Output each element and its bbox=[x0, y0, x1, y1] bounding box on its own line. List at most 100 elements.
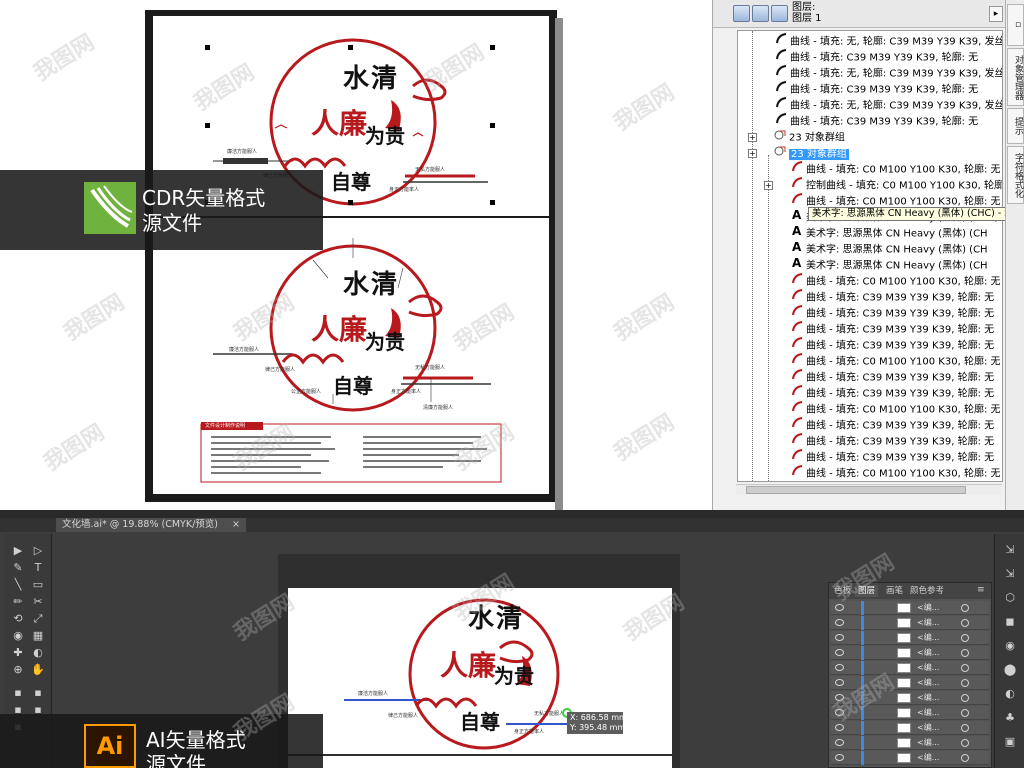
visibility-eye-icon[interactable] bbox=[835, 754, 844, 761]
visibility-eye-icon[interactable] bbox=[835, 724, 844, 731]
ai-tool-icon[interactable]: ╲ bbox=[8, 576, 28, 593]
dock-panel-icon[interactable]: ⇲ bbox=[1001, 566, 1019, 582]
ai-layer-row[interactable]: <编... bbox=[831, 631, 989, 645]
dock-panel-icon[interactable]: ◼ bbox=[1001, 614, 1019, 630]
visibility-eye-icon[interactable] bbox=[835, 634, 844, 641]
target-circle-icon[interactable] bbox=[961, 679, 969, 687]
layer-manager-icon[interactable] bbox=[733, 5, 750, 22]
target-circle-icon[interactable] bbox=[961, 619, 969, 627]
tree-row[interactable]: 曲线 - 填充: 无, 轮廓: C39 M39 Y39 K39, 发丝 bbox=[776, 65, 1002, 81]
target-circle-icon[interactable] bbox=[961, 709, 969, 717]
cdr-canvas[interactable]: 水清 人廉 为贵 自尊 廉洁方能服人 律己方能服人 身正方能率人 无私方能服人 bbox=[145, 10, 557, 502]
tree-row[interactable]: 曲线 - 填充: C39 M39 Y39 K39, 轮廓: 无 bbox=[792, 305, 994, 321]
ai-tool-icon[interactable]: ⟲ bbox=[8, 610, 28, 627]
dock-panel-icon[interactable]: ◐ bbox=[1001, 686, 1019, 702]
selection-handle[interactable] bbox=[490, 200, 495, 205]
tree-row[interactable]: 曲线 - 填充: C0 M100 Y100 K30, 轮廓: 无 bbox=[792, 465, 1001, 481]
cdr-page-2[interactable]: 水清 人廉 为贵 自尊 廉洁方能服人 律己方能服人 身正方能率人 无私方能服人 … bbox=[153, 218, 549, 494]
ai-tool-icon[interactable]: ◐ bbox=[28, 644, 48, 661]
target-circle-icon[interactable] bbox=[961, 604, 969, 612]
ai-tool-icon[interactable]: ▭ bbox=[28, 576, 48, 593]
tree-row[interactable]: 曲线 - 填充: C0 M100 Y100 K30, 轮廓: 无 bbox=[792, 401, 1001, 417]
ai-layer-row[interactable]: <编... bbox=[831, 646, 989, 660]
panel-menu-icon[interactable]: ≡ bbox=[977, 585, 985, 595]
tree-row[interactable]: 23 对象群组 bbox=[774, 145, 849, 161]
ai-tool-icon[interactable]: ✂ bbox=[28, 593, 48, 610]
visibility-eye-icon[interactable] bbox=[835, 739, 844, 746]
ai-tool-icon[interactable]: ▶ bbox=[8, 542, 28, 559]
tree-row[interactable]: 曲线 - 填充: 无, 轮廓: C39 M39 Y39 K39, 发丝 bbox=[776, 97, 1002, 113]
target-circle-icon[interactable] bbox=[961, 754, 969, 762]
visibility-eye-icon[interactable] bbox=[835, 619, 844, 626]
tree-row[interactable]: A 美术字: 思源黑体 CN Heavy (黑体) (CH bbox=[792, 256, 988, 273]
docker-tab-hints[interactable]: 提示 bbox=[1007, 108, 1024, 144]
tree-row[interactable]: 曲线 - 填充: C39 M39 Y39 K39, 轮廓: 无 bbox=[776, 81, 978, 97]
ai-layer-row[interactable]: <编... bbox=[831, 691, 989, 705]
tree-row[interactable]: 曲线 - 填充: C0 M100 Y100 K30, 轮廓: 无 bbox=[792, 481, 1001, 482]
selection-handle[interactable] bbox=[348, 200, 353, 205]
panel-menu-icon[interactable]: ▸ bbox=[989, 6, 1003, 22]
visibility-eye-icon[interactable] bbox=[835, 679, 844, 686]
target-circle-icon[interactable] bbox=[961, 664, 969, 672]
dock-panel-icon[interactable]: ⇲ bbox=[1001, 542, 1019, 558]
tree-row[interactable]: 曲线 - 填充: C39 M39 Y39 K39, 轮廓: 无 bbox=[792, 433, 994, 449]
ai-document-tab[interactable]: 文化墙.ai* @ 19.88% (CMYK/预览) × bbox=[56, 518, 246, 532]
scrollbar-thumb-h[interactable] bbox=[746, 486, 966, 494]
tree-row[interactable]: 曲线 - 填充: C0 M100 Y100 K30, 轮廓: 无 bbox=[792, 353, 1001, 369]
ai-layer-row[interactable]: <编... bbox=[831, 601, 989, 615]
target-circle-icon[interactable] bbox=[961, 739, 969, 747]
dock-panel-icon[interactable]: ♣ bbox=[1001, 710, 1019, 726]
tree-row[interactable]: 曲线 - 填充: C39 M39 Y39 K39, 轮廓: 无 bbox=[776, 49, 978, 65]
tree-row[interactable]: A 美术字: 思源黑体 CN Heavy (黑体) (CH bbox=[792, 240, 988, 257]
tree-horizontal-scrollbar[interactable] bbox=[736, 484, 1002, 495]
ai-tool-icon[interactable]: ⤢ bbox=[28, 610, 48, 627]
dock-panel-icon[interactable]: ▣ bbox=[1001, 734, 1019, 750]
tree-row[interactable]: 曲线 - 填充: C0 M100 Y100 K30, 轮廓: 无 bbox=[792, 273, 1001, 289]
visibility-eye-icon[interactable] bbox=[835, 694, 844, 701]
dock-panel-icon[interactable]: ⬡ bbox=[1001, 590, 1019, 606]
tree-row[interactable]: 曲线 - 填充: 无, 轮廓: C39 M39 Y39 K39, 发丝 bbox=[776, 33, 1002, 49]
tree-row[interactable]: 曲线 - 填充: C39 M39 Y39 K39, 轮廓: 无 bbox=[792, 337, 994, 353]
tree-row[interactable]: 曲线 - 填充: C39 M39 Y39 K39, 轮廓: 无 bbox=[792, 417, 994, 433]
ai-tool-icon[interactable]: ✚ bbox=[8, 644, 28, 661]
close-tab-icon[interactable]: × bbox=[232, 518, 240, 532]
selection-handle[interactable] bbox=[205, 45, 210, 50]
layer-view-icon[interactable] bbox=[771, 5, 788, 22]
docker-tab-object-manager[interactable]: 对象管理器 bbox=[1007, 48, 1024, 106]
ai-tab-color-guide[interactable]: 颜色参考 bbox=[907, 585, 947, 597]
ai-layer-row[interactable]: <编... bbox=[831, 736, 989, 750]
ai-tool-icon[interactable]: ▪ bbox=[28, 684, 48, 701]
ai-layer-row[interactable]: <编... bbox=[831, 751, 989, 765]
visibility-eye-icon[interactable] bbox=[835, 709, 844, 716]
calligraphy-artwork-2[interactable] bbox=[153, 218, 549, 494]
ai-tool-icon[interactable]: ▷ bbox=[28, 542, 48, 559]
target-circle-icon[interactable] bbox=[961, 694, 969, 702]
ai-layer-row[interactable]: <编... bbox=[831, 661, 989, 675]
target-circle-icon[interactable] bbox=[961, 724, 969, 732]
selection-handle[interactable] bbox=[490, 123, 495, 128]
ai-layer-row[interactable]: <编... bbox=[831, 616, 989, 630]
tree-row[interactable]: 曲线 - 填充: C39 M39 Y39 K39, 轮廓: 无 bbox=[792, 385, 994, 401]
ai-tab-swatches[interactable]: 色板 bbox=[831, 585, 854, 597]
ai-tool-icon[interactable]: T bbox=[28, 559, 48, 576]
tree-row[interactable]: A 美术字: 思源黑体 CN Heavy (黑体) (CH bbox=[792, 224, 988, 241]
tree-row[interactable]: 控制曲线 - 填充: C0 M100 Y100 K30, 轮廓 bbox=[792, 177, 1002, 193]
ai-tool-icon[interactable]: ⊕ bbox=[8, 661, 28, 678]
tree-row[interactable]: 曲线 - 填充: C39 M39 Y39 K39, 轮廓: 无 bbox=[792, 321, 994, 337]
docker-tab-pin[interactable]: ▫ bbox=[1007, 4, 1024, 46]
ai-tool-icon[interactable]: ✋ bbox=[28, 661, 48, 678]
tree-row[interactable]: 23 对象群组 bbox=[774, 129, 845, 145]
visibility-eye-icon[interactable] bbox=[835, 649, 844, 656]
dock-panel-icon[interactable]: ⬤ bbox=[1001, 662, 1019, 678]
edit-across-layers-icon[interactable] bbox=[752, 5, 769, 22]
ai-layer-row[interactable]: <编... bbox=[831, 706, 989, 720]
visibility-eye-icon[interactable] bbox=[835, 664, 844, 671]
ai-tool-icon[interactable]: ✎ bbox=[8, 559, 28, 576]
ai-tool-icon[interactable]: ✏ bbox=[8, 593, 28, 610]
object-tree[interactable]: 曲线 - 填充: 无, 轮廓: C39 M39 Y39 K39, 发丝 曲线 - … bbox=[737, 30, 1003, 482]
ai-tab-brushes[interactable]: 画笔 bbox=[883, 585, 906, 597]
tree-row[interactable]: 曲线 - 填充: C39 M39 Y39 K39, 轮廓: 无 bbox=[792, 449, 994, 465]
target-circle-icon[interactable] bbox=[961, 649, 969, 657]
visibility-eye-icon[interactable] bbox=[835, 604, 844, 611]
ai-tool-icon[interactable]: ▦ bbox=[28, 627, 48, 644]
